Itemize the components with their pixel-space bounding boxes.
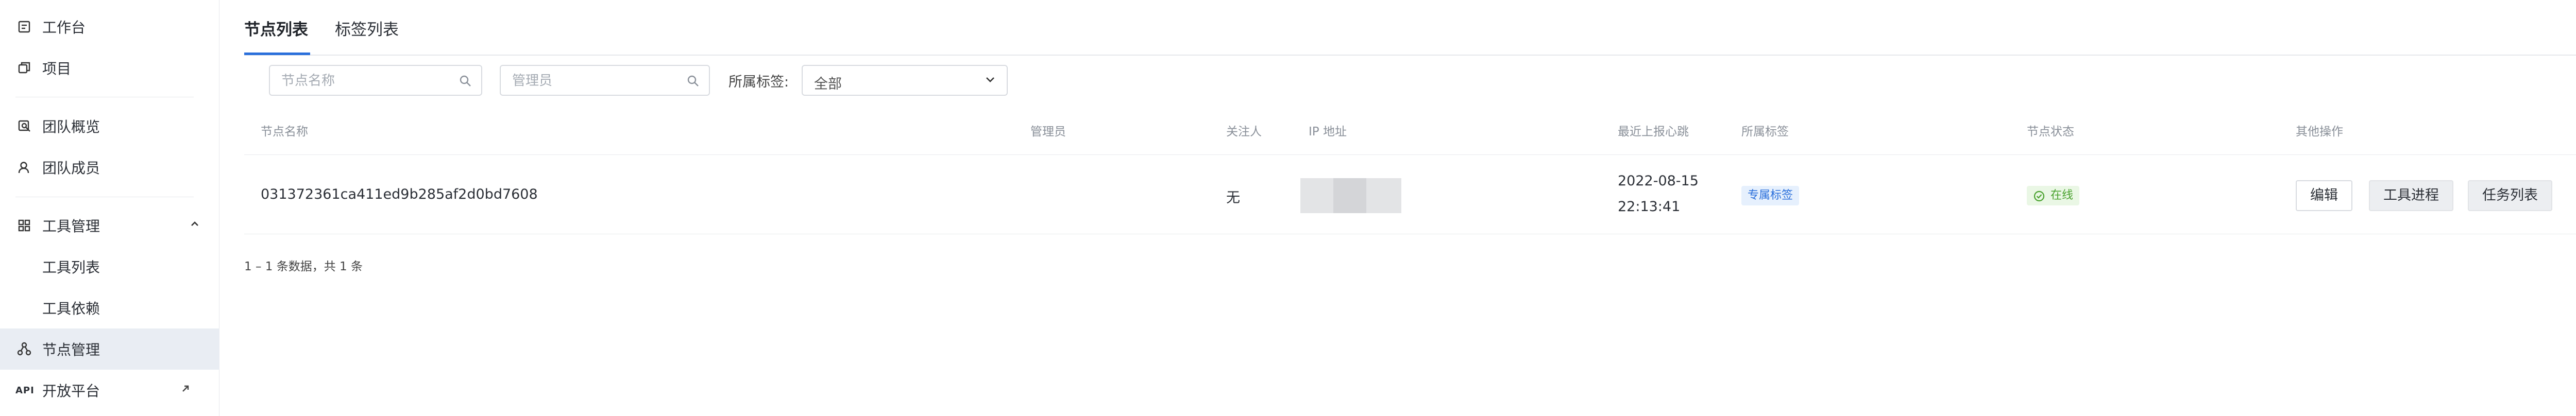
tag-select[interactable]: 全部 (802, 65, 1008, 96)
heartbeat-time: 22:13:41 (1618, 199, 1681, 215)
column-header-ip: IP 地址 (1309, 125, 1347, 138)
search-icon[interactable] (686, 74, 700, 88)
projects-icon (16, 60, 32, 76)
sidebar-item-label: 开放平台 (42, 383, 100, 400)
follower-cell: 无 (1226, 190, 1240, 206)
node-name-cell: 031372361ca411ed9b285af2d0bd7608 (261, 186, 538, 202)
sidebar-item-label: 节点管理 (42, 341, 100, 358)
user-icon (16, 160, 32, 175)
check-circle-icon (2033, 189, 2045, 202)
sidebar-item-label: 工具管理 (42, 218, 100, 235)
sidebar-item-projects[interactable]: 项目 (0, 47, 219, 89)
column-header-status: 节点状态 (2027, 125, 2074, 138)
chevron-up-icon[interactable] (190, 219, 200, 232)
edit-button[interactable]: 编辑 (2296, 180, 2352, 211)
ip-address-redacted (1300, 178, 1401, 213)
sidebar-item-label: 团队成员 (42, 160, 100, 177)
sidebar-item-dashboard[interactable]: 工作台 (0, 6, 219, 47)
sidebar-item-label: 团队概览 (42, 118, 100, 135)
task-list-button[interactable]: 任务列表 (2468, 180, 2552, 211)
sidebar: 工作台 项目 团队概览 团队成员 工具管理 工具列表 工具依赖 节点管理 API… (0, 0, 219, 416)
team-overview-icon (16, 118, 32, 134)
sidebar-item-tool-list[interactable]: 工具列表 (0, 246, 219, 287)
grid-icon (16, 218, 32, 233)
tag-select-value: 全部 (814, 76, 842, 92)
column-header-node-name: 节点名称 (261, 125, 308, 138)
tab-tag-list[interactable]: 标签列表 (335, 16, 399, 40)
api-icon: API (15, 385, 35, 396)
admin-search-field (500, 65, 710, 96)
dashboard-icon (16, 19, 32, 34)
admin-input[interactable] (511, 72, 680, 90)
column-header-heartbeat: 最近上报心跳 (1618, 125, 1689, 138)
sidebar-item-label: 工具列表 (42, 259, 100, 276)
column-header-actions: 其他操作 (2296, 125, 2343, 138)
tab-bar (244, 0, 2576, 56)
tag-filter-label: 所属标签: (728, 74, 789, 90)
sidebar-item-tool-dependencies[interactable]: 工具依赖 (0, 287, 219, 328)
sidebar-item-node-management[interactable]: 节点管理 (0, 328, 219, 370)
column-header-tag: 所属标签 (1741, 125, 1789, 138)
sidebar-item-team-overview[interactable]: 团队概览 (0, 106, 219, 147)
sidebar-item-open-platform[interactable]: API 开放平台 (0, 370, 219, 411)
column-header-admin: 管理员 (1030, 125, 1066, 138)
column-header-follower: 关注人 (1226, 125, 1262, 138)
node-name-input[interactable] (280, 72, 451, 90)
chevron-down-icon (983, 72, 997, 89)
sidebar-item-label: 工作台 (42, 19, 86, 36)
sidebar-item-team-members[interactable]: 团队成员 (0, 147, 219, 188)
heartbeat-date: 2022-08-15 (1618, 173, 1699, 189)
node-name-search-field (269, 65, 482, 96)
tag-badge: 专属标签 (1741, 186, 1800, 205)
nodes-icon (16, 341, 32, 357)
external-link-icon (180, 384, 191, 397)
search-icon[interactable] (459, 74, 472, 88)
table-header-divider (244, 154, 2576, 155)
tool-process-button[interactable]: 工具进程 (2369, 180, 2453, 211)
sidebar-item-label: 工具依赖 (42, 300, 100, 317)
sidebar-item-label: 项目 (42, 60, 72, 77)
sidebar-item-tool-management[interactable]: 工具管理 (0, 205, 219, 246)
ip-redaction-block (1333, 178, 1366, 213)
status-badge: 在线 (2027, 186, 2080, 205)
pagination-summary: 1 – 1 条数据，共 1 条 (244, 260, 363, 273)
status-text: 在线 (2050, 189, 2074, 202)
active-tab-indicator (244, 53, 310, 55)
tab-node-list[interactable]: 节点列表 (244, 16, 308, 40)
